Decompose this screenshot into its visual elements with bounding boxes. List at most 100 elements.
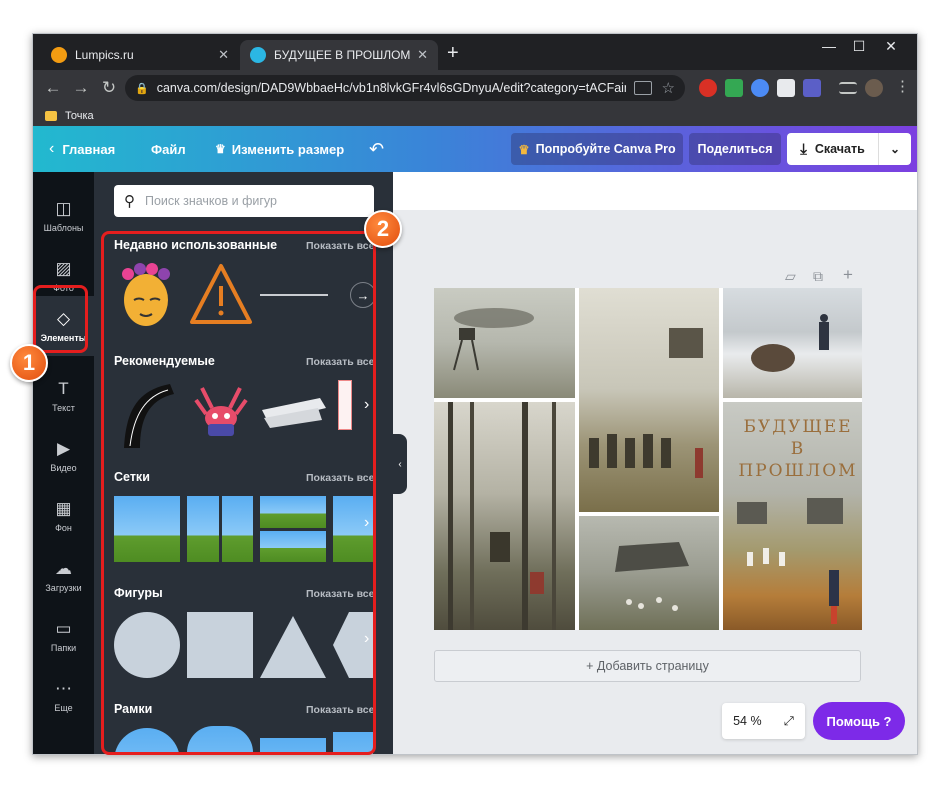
side-rail: ◫ Шаблоны ▨ Фото ◇ Элементы T Текст ▶ Ви… — [33, 172, 94, 754]
undo-button[interactable]: ↶ — [369, 126, 384, 172]
minimize-button[interactable]: — — [815, 38, 843, 54]
text-icon: T — [58, 379, 69, 398]
home-label: Главная — [62, 141, 116, 157]
rail-uploads[interactable]: ☁ Загрузки — [33, 548, 94, 604]
tab-title: Lumpics.ru — [75, 48, 134, 62]
extension-app-icon[interactable] — [803, 79, 821, 97]
rail-label: Фон — [55, 523, 72, 533]
bookmark-tochka[interactable]: Точка — [65, 110, 94, 122]
collage-title-text[interactable]: БУДУЩЕЕ В ПРОШЛОМ — [734, 416, 862, 482]
step-badge-1: 1 — [10, 344, 48, 382]
bookmark-star-icon[interactable]: ☆ — [662, 79, 675, 97]
extension-globe-icon[interactable] — [751, 79, 769, 97]
search-input[interactable] — [145, 194, 355, 208]
download-options-chevron-icon[interactable]: ⌄ — [879, 142, 911, 156]
rail-folders[interactable]: ▭ Папки — [33, 608, 94, 664]
address-bar[interactable]: 🔒 canva.com/design/DAD9WbbaeHc/vb1n8lvkG… — [125, 75, 685, 101]
workspace-toolbar — [393, 172, 917, 210]
forward-button[interactable]: → — [67, 78, 95, 98]
download-button[interactable]: ⤓ Скачать — [787, 133, 879, 165]
templates-icon: ◫ — [55, 199, 72, 218]
collage-photo-forest[interactable] — [434, 402, 575, 630]
download-icon: ⤓ — [800, 140, 807, 158]
chevron-left-icon: ‹ — [49, 140, 55, 157]
extension-icon[interactable] — [699, 79, 717, 97]
resize-button[interactable]: ♛ Изменить размер — [215, 126, 344, 172]
back-button[interactable]: ← — [39, 78, 67, 98]
highlight-elements-panel — [101, 231, 376, 755]
maximize-button[interactable]: ☐ — [845, 38, 873, 55]
tab-strip: Lumpics.ru ✕ БУДУЩЕЕ В ПРОШЛОМ — Фото ✕ … — [33, 34, 917, 70]
download-button-group: ⤓ Скачать ⌄ — [787, 133, 911, 165]
rail-video[interactable]: ▶ Видео — [33, 428, 94, 484]
add-page-plus-icon[interactable]: + — [843, 265, 853, 285]
tab-close-icon[interactable]: ✕ — [218, 47, 229, 63]
zoom-level: 54 % — [733, 714, 762, 728]
help-button[interactable]: Помощь ? — [813, 702, 905, 740]
step-badge-2: 2 — [364, 210, 402, 248]
folders-icon: ▭ — [55, 619, 72, 638]
add-page-button[interactable]: + Добавить страницу — [434, 650, 861, 682]
rail-label: Папки — [50, 643, 77, 653]
lock-icon: 🔒 — [135, 82, 149, 95]
profile-avatar[interactable] — [865, 79, 883, 97]
tab-lumpics[interactable]: Lumpics.ru ✕ — [41, 40, 239, 70]
fullscreen-icon[interactable]: ⤢ — [784, 714, 794, 729]
crown-icon: ♛ — [215, 142, 226, 156]
collage-photo-bear[interactable] — [723, 288, 862, 398]
workspace-scrollbar[interactable] — [912, 210, 917, 754]
tab-title: БУДУЩЕЕ В ПРОШЛОМ — Фото — [274, 48, 411, 62]
crown-icon: ♛ — [518, 142, 530, 157]
zoom-control[interactable]: 54 % ⤢ — [722, 703, 805, 739]
search-icon: ⚲ — [124, 193, 135, 210]
try-pro-button[interactable]: ♛ Попробуйте Canva Pro — [511, 133, 683, 165]
design-workspace: ▱ ⧉ + БУДУЩЕЕ В ПРОШЛОМ + Добавить стран… — [393, 172, 917, 754]
tab-close-icon[interactable]: ✕ — [417, 47, 428, 63]
media-control-icon[interactable] — [839, 82, 857, 94]
home-button[interactable]: ‹ Главная — [49, 126, 115, 172]
file-label: Файл — [151, 141, 186, 157]
collapse-panel-chevron-icon[interactable]: ‹ — [393, 434, 407, 494]
download-label: Скачать — [814, 142, 865, 156]
background-icon: ▦ — [55, 499, 72, 518]
rail-label: Шаблоны — [43, 223, 84, 233]
uploads-icon: ☁ — [55, 559, 72, 578]
photo-icon: ▨ — [55, 259, 72, 278]
duplicate-page-icon[interactable]: ⧉ — [813, 268, 823, 285]
browser-toolbar: ← → ↻ 🔒 canva.com/design/DAD9WbbaeHc/vb1… — [33, 70, 917, 106]
page-note-icon[interactable]: ▱ — [785, 268, 796, 285]
reload-button[interactable]: ↻ — [95, 78, 123, 98]
highlight-elements-tab — [33, 285, 88, 353]
extension-cube-icon[interactable] — [777, 79, 795, 97]
rail-background[interactable]: ▦ Фон — [33, 488, 94, 544]
close-window-button[interactable]: ✕ — [877, 38, 905, 55]
lumpics-favicon-icon — [51, 47, 67, 63]
rail-templates[interactable]: ◫ Шаблоны — [33, 188, 94, 244]
rail-label: Текст — [52, 403, 75, 413]
rail-more[interactable]: ⋯ Еще — [33, 668, 94, 724]
elements-search[interactable]: ⚲ — [114, 185, 374, 217]
collage-photo-walker[interactable] — [434, 288, 575, 398]
design-page[interactable]: БУДУЩЕЕ В ПРОШЛОМ — [434, 288, 862, 630]
folder-icon — [45, 111, 57, 121]
share-button[interactable]: Поделиться — [689, 133, 781, 165]
resize-label: Изменить размер — [231, 141, 345, 157]
canva-favicon-icon — [250, 47, 266, 63]
collage-photo-riders[interactable] — [579, 288, 719, 512]
url-text: canva.com/design/DAD9WbbaeHc/vb1n8lvkGFr… — [156, 81, 626, 95]
more-icon: ⋯ — [55, 679, 72, 698]
new-tab-button[interactable]: + — [447, 42, 459, 65]
extension-check-icon[interactable] — [725, 79, 743, 97]
bookmarks-bar: Точка — [33, 106, 917, 126]
collage-photo-wreck[interactable] — [579, 516, 719, 630]
video-icon: ▶ — [56, 439, 71, 458]
rail-label: Видео — [50, 463, 77, 473]
rail-label: Еще — [54, 703, 73, 713]
canva-header: ‹ Главная Файл ♛ Изменить размер ↶ ♛ Поп… — [33, 126, 917, 172]
browser-menu-icon[interactable]: ⋮ — [895, 77, 910, 95]
rail-label: Загрузки — [45, 583, 82, 593]
install-icon[interactable] — [633, 81, 652, 95]
try-pro-label: Попробуйте Canva Pro — [535, 142, 676, 156]
tab-canva[interactable]: БУДУЩЕЕ В ПРОШЛОМ — Фото ✕ — [240, 40, 438, 70]
file-menu-button[interactable]: Файл — [151, 126, 186, 172]
